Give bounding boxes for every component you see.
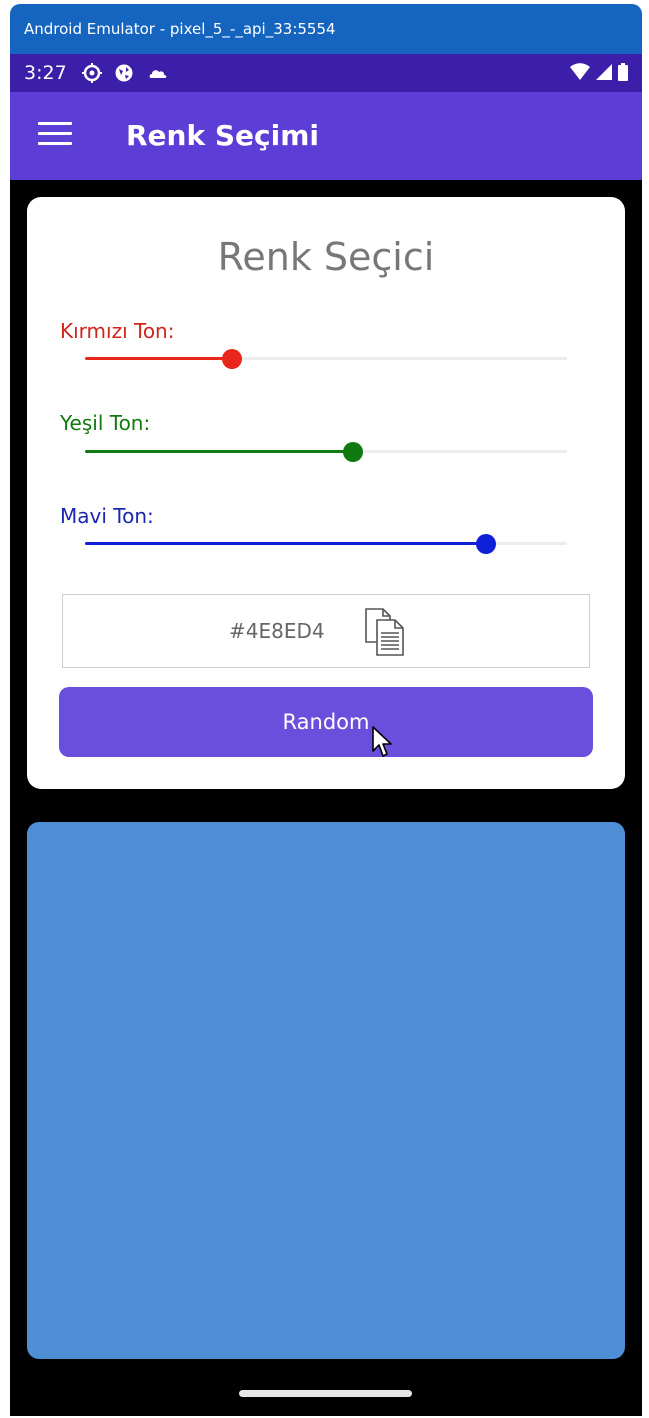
color-picker-card: Renk Seçici Kırmızı Ton: Yeşil Ton: Mavi…	[27, 197, 625, 789]
red-slider-thumb[interactable]	[222, 349, 243, 369]
blue-slider-fill	[85, 542, 486, 545]
hamburger-menu-icon[interactable]	[38, 122, 72, 150]
status-icons-right	[570, 63, 628, 81]
green-slider[interactable]	[85, 440, 567, 464]
green-slider-fill	[85, 450, 354, 453]
cloud-icon	[149, 70, 167, 78]
signal-icon	[596, 64, 612, 80]
navigation-handle[interactable]	[239, 1390, 412, 1397]
emulator-window: Android Emulator - pixel_5_-_api_33:5554…	[0, 0, 649, 1418]
green-slider-label: Yeşil Ton:	[60, 411, 151, 435]
red-slider-fill	[85, 357, 233, 360]
blue-slider[interactable]	[85, 532, 567, 556]
status-time: 3:27	[24, 62, 67, 84]
emulator-title-bar[interactable]: Android Emulator - pixel_5_-_api_33:5554	[10, 4, 642, 54]
color-preview	[27, 822, 625, 1359]
random-button[interactable]: Random	[59, 687, 593, 757]
settings-icon	[82, 63, 102, 83]
phone-screen: 3:27 Renk Seçimi Renk Seçici Kırmızı Ton…	[10, 54, 642, 1416]
hex-value: #4E8ED4	[229, 619, 325, 643]
battery-icon	[618, 63, 628, 81]
copy-icon[interactable]	[363, 607, 413, 657]
blue-slider-label: Mavi Ton:	[60, 504, 154, 528]
app-bar: Renk Seçimi	[10, 92, 642, 180]
status-bar: 3:27	[10, 54, 642, 92]
green-slider-thumb[interactable]	[343, 442, 364, 462]
globe-icon	[115, 64, 133, 82]
red-slider-label: Kırmızı Ton:	[60, 319, 175, 343]
app-title: Renk Seçimi	[126, 119, 319, 152]
card-title: Renk Seçici	[217, 235, 435, 279]
blue-slider-thumb[interactable]	[475, 534, 496, 554]
emulator-title: Android Emulator - pixel_5_-_api_33:5554	[24, 20, 336, 38]
mouse-cursor-icon	[372, 726, 392, 757]
red-slider[interactable]	[85, 347, 567, 371]
hex-value-box: #4E8ED4	[62, 594, 590, 668]
wifi-icon	[570, 63, 590, 80]
